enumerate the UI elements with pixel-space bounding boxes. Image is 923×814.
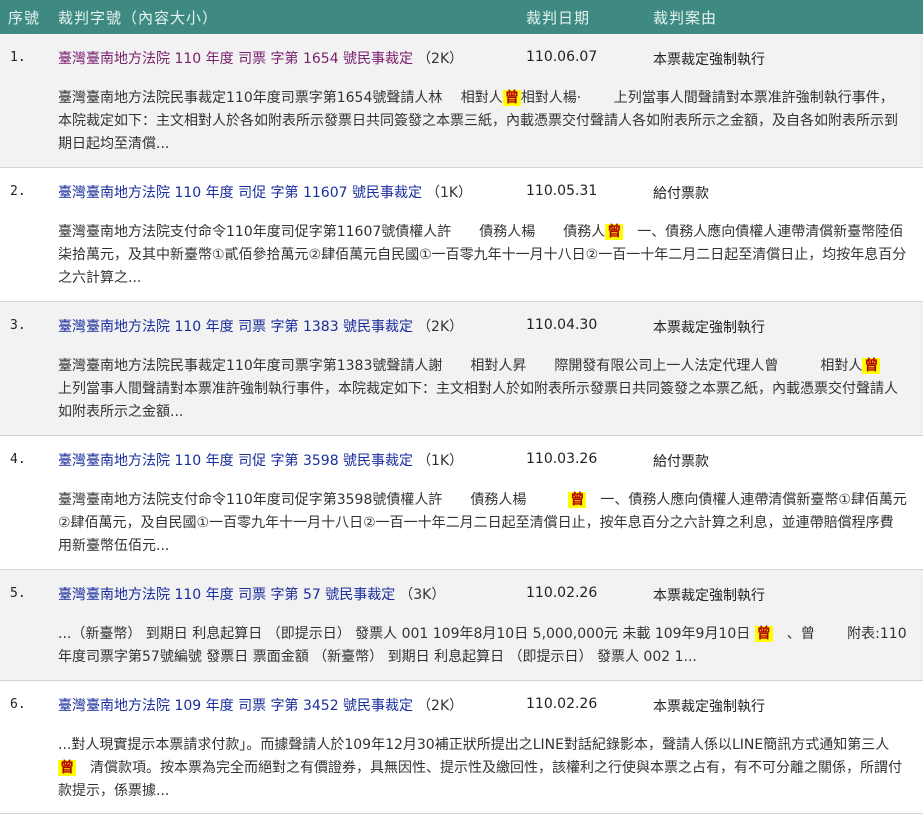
snippet-text: ...（新臺幣） 到期日 利息起算日 （即提示日） 發票人 001 109年8月… [58,626,755,642]
keyword-highlight: 曾 [58,760,76,776]
case-snippet: 臺灣臺南地方法院支付命令110年度司促字第11607號債權人許 債務人楊 債務人… [58,221,907,290]
snippet-text: 臺灣臺南地方法院支付命令110年度司促字第11607號債權人許 債務人楊 債務人 [58,224,606,240]
case-link[interactable]: 臺灣臺南地方法院 109 年度 司票 字第 3452 號民事裁定 [58,698,413,714]
case-snippet: ...（新臺幣） 到期日 利息起算日 （即提示日） 發票人 001 109年8月… [58,623,907,669]
judgment-cause: 給付票款 [653,454,709,470]
keyword-highlight: 曾 [502,90,521,106]
row-number: 5. [10,586,26,601]
snippet-text: 臺灣臺南地方法院民事裁定110年度司票字第1654號聲請人林 相對人 [58,90,503,106]
content-size: （2K） [417,319,464,335]
keyword-highlight: 曾 [862,358,881,374]
content-size: （1K） [417,453,464,469]
case-title: 臺灣臺南地方法院 110 年度 司票 字第 1654 號民事裁定 （2K） [58,48,463,68]
case-snippet: 臺灣臺南地方法院支付命令110年度司促字第3598號債權人許 債務人楊 曾 一、… [58,489,907,558]
row-number: 2. [10,184,26,199]
header-date: 裁判日期 [526,9,591,27]
case-link[interactable]: 臺灣臺南地方法院 110 年度 司促 字第 3598 號民事裁定 [58,453,413,469]
judgment-cause: 本票裁定強制執行 [653,320,765,336]
list-item: 6. 臺灣臺南地方法院 109 年度 司票 字第 3452 號民事裁定 （2K） … [0,681,923,814]
snippet-text: 清償款項。按本票為完全而絕對之有價證券，具無因性、提示性及繳回性，該權利之行使與… [58,760,902,799]
snippet-text: ...對人現實提示本票請求付款」。而據聲請人於109年12月30補正狀所提出之L… [58,737,890,753]
header-cause: 裁判案由 [653,9,718,27]
row-number: 6. [10,697,26,712]
case-link[interactable]: 臺灣臺南地方法院 110 年度 司票 字第 1383 號民事裁定 [58,319,413,335]
case-title: 臺灣臺南地方法院 110 年度 司促 字第 3598 號民事裁定 （1K） [58,450,463,470]
content-size: （3K） [399,587,446,603]
snippet-text: 臺灣臺南地方法院民事裁定110年度司票字第1383號聲請人謝 相對人昇 際開發有… [58,358,863,374]
case-link[interactable]: 臺灣臺南地方法院 110 年度 司票 字第 57 號民事裁定 [58,587,395,603]
row-number: 3. [10,318,26,333]
content-size: （2K） [417,698,464,714]
judgment-cause: 本票裁定強制執行 [653,699,765,715]
case-snippet: 臺灣臺南地方法院民事裁定110年度司票字第1383號聲請人謝 相對人昇 際開發有… [58,355,907,424]
content-size: （1K） [425,185,473,201]
list-item: 2. 臺灣臺南地方法院 110 年度 司促 字第 11607 號民事裁定 （1K）… [0,168,923,302]
keyword-highlight: 曾 [605,224,624,240]
list-item: 5. 臺灣臺南地方法院 110 年度 司票 字第 57 號民事裁定 （3K） 11… [0,570,923,681]
judgment-cause: 本票裁定強制執行 [653,588,765,604]
row-number: 4. [10,452,26,467]
judgment-date: 110.02.26 [526,696,598,712]
header-index: 序號 [8,9,41,27]
case-link[interactable]: 臺灣臺南地方法院 110 年度 司促 字第 11607 號民事裁定 [58,185,422,201]
list-item: 1. 臺灣臺南地方法院 110 年度 司票 字第 1654 號民事裁定 （2K） … [0,34,923,168]
keyword-highlight: 曾 [568,492,587,508]
judgment-date: 110.04.30 [526,317,598,333]
case-title: 臺灣臺南地方法院 110 年度 司票 字第 1383 號民事裁定 （2K） [58,316,463,336]
results-header: 序號 裁判字號（內容大小） 裁判日期 裁判案由 [0,0,923,34]
header-title: 裁判字號（內容大小） [58,9,219,27]
list-item: 3. 臺灣臺南地方法院 110 年度 司票 字第 1383 號民事裁定 （2K） … [0,302,923,436]
judgment-date: 110.03.26 [526,451,598,467]
judgment-date: 110.05.31 [526,183,598,199]
case-snippet: 臺灣臺南地方法院民事裁定110年度司票字第1654號聲請人林 相對人曾相對人楊·… [58,87,907,156]
content-size: （2K） [417,51,464,67]
case-title: 臺灣臺南地方法院 110 年度 司票 字第 57 號民事裁定 （3K） [58,584,445,604]
snippet-text: 臺灣臺南地方法院支付命令110年度司促字第3598號債權人許 債務人楊 [58,492,569,508]
case-title: 臺灣臺南地方法院 109 年度 司票 字第 3452 號民事裁定 （2K） [58,695,463,715]
case-link[interactable]: 臺灣臺南地方法院 110 年度 司票 字第 1654 號民事裁定 [58,51,413,67]
judgment-date: 110.06.07 [526,49,598,65]
results-list: 1. 臺灣臺南地方法院 110 年度 司票 字第 1654 號民事裁定 （2K） … [0,34,923,814]
judgment-cause: 本票裁定強制執行 [653,52,765,68]
judgment-date: 110.02.26 [526,585,598,601]
case-title: 臺灣臺南地方法院 110 年度 司促 字第 11607 號民事裁定 （1K） [58,182,472,202]
row-number: 1. [10,50,26,65]
judgment-cause: 給付票款 [653,186,709,202]
case-snippet: ...對人現實提示本票請求付款」。而據聲請人於109年12月30補正狀所提出之L… [58,734,907,803]
list-item: 4. 臺灣臺南地方法院 110 年度 司促 字第 3598 號民事裁定 （1K） … [0,436,923,570]
keyword-highlight: 曾 [754,626,773,642]
